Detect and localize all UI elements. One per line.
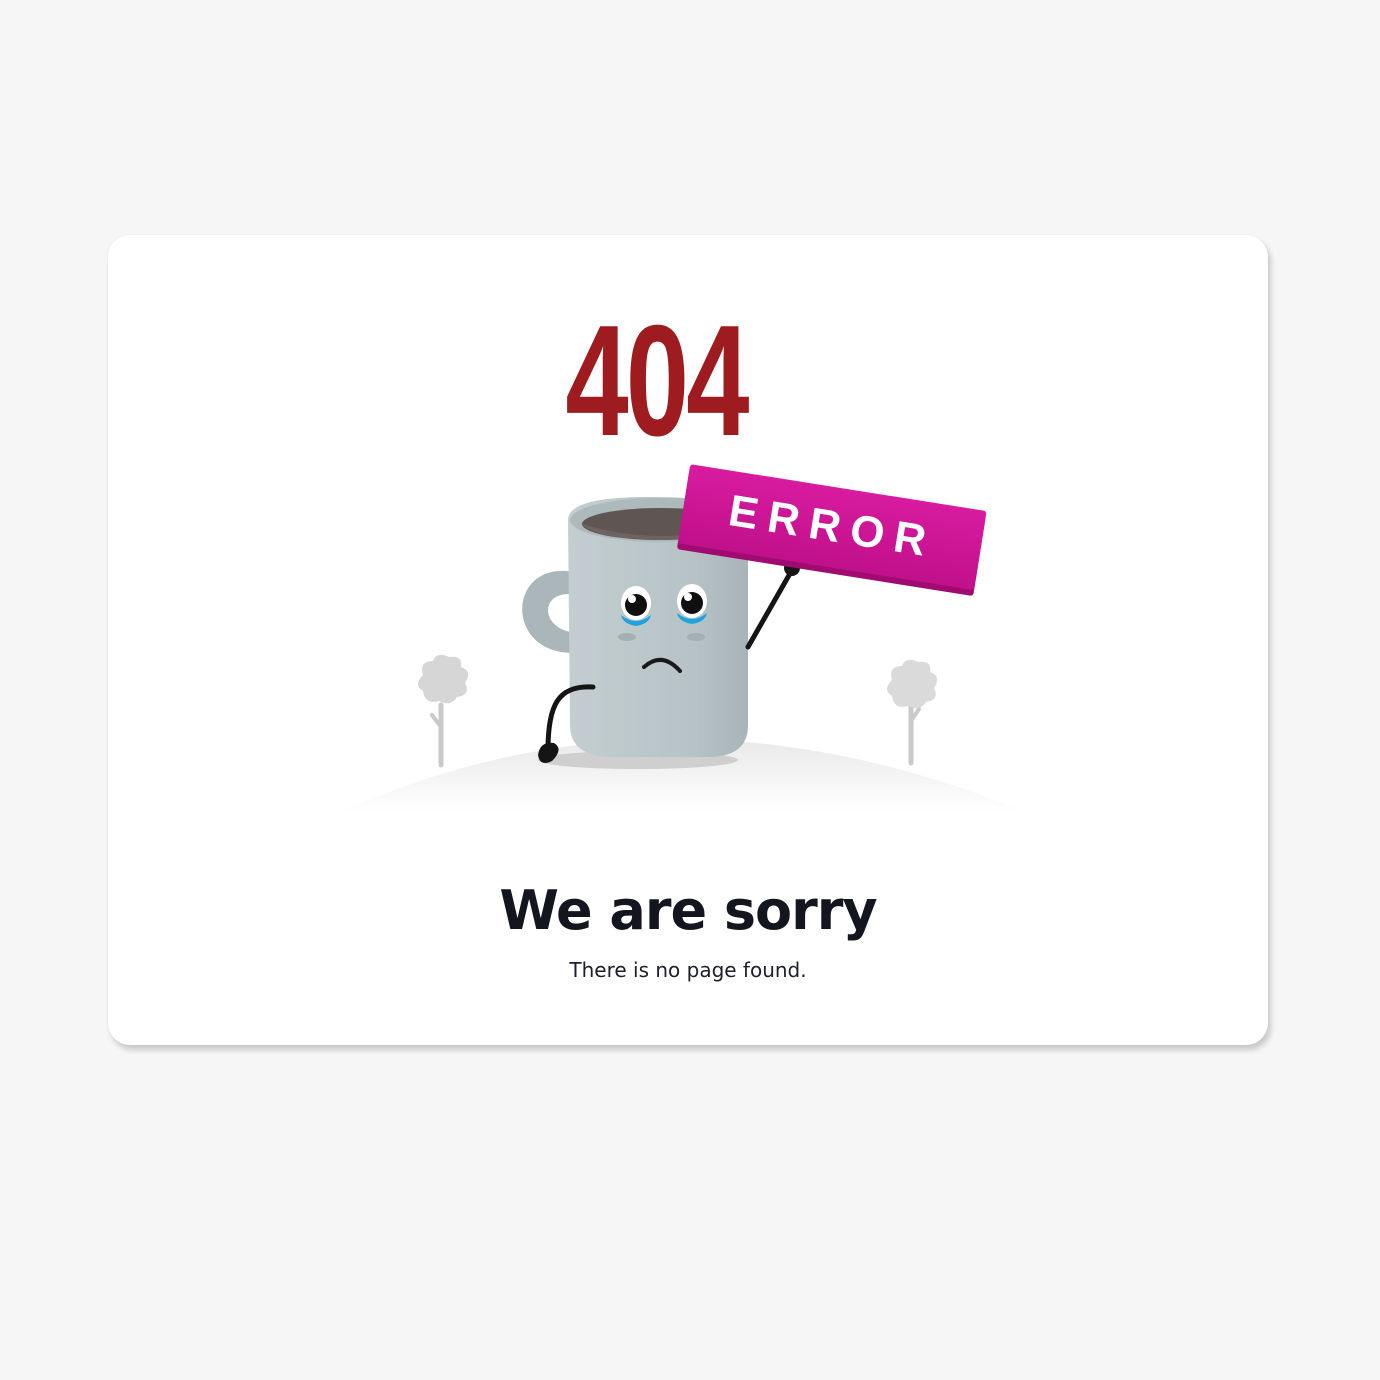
sorry-heading: We are sorry	[499, 879, 877, 942]
tree-icon	[418, 654, 469, 768]
not-found-message: There is no page found.	[569, 958, 807, 982]
tree-icon	[887, 659, 938, 766]
error-card: 404 ERROR We are sorry There is no page …	[108, 235, 1268, 1045]
